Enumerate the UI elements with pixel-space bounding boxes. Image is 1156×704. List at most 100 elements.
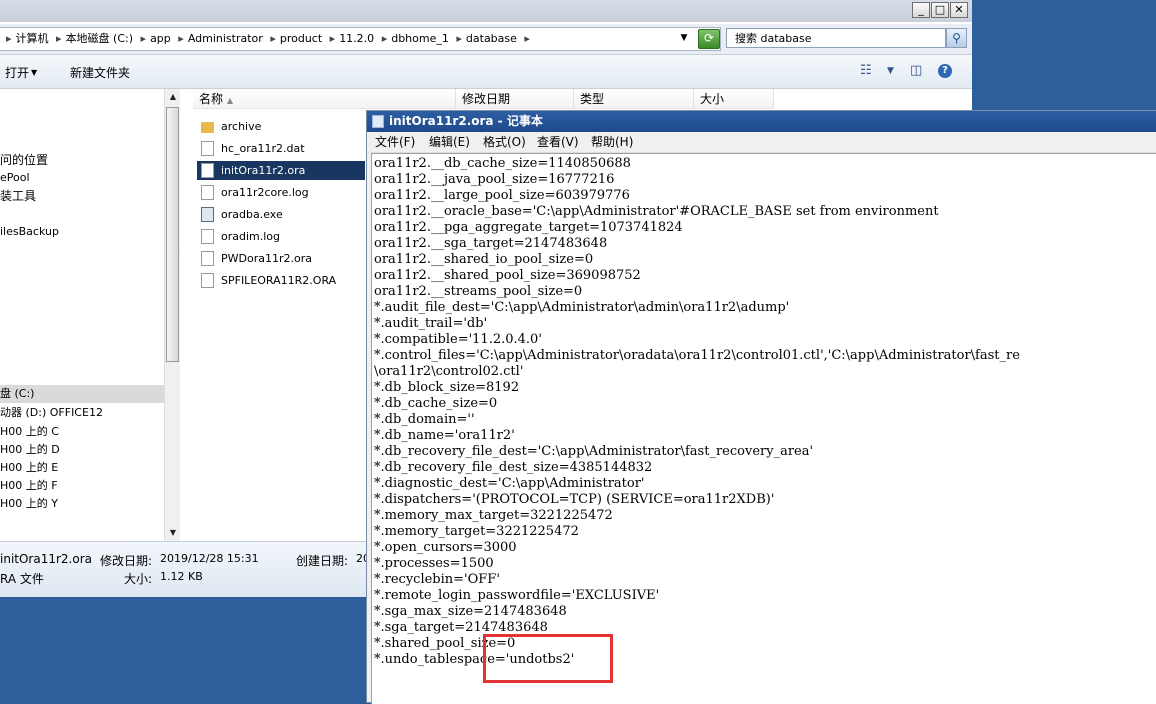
text-line: *.recyclebin='OFF' [374,572,500,587]
new-folder-button[interactable]: 新建文件夹 [70,64,130,81]
text-line: ora11r2.__shared_pool_size=369098752 [374,268,641,283]
text-line: *.audit_trail='db' [374,316,488,331]
nav-item[interactable]: ilesBackup [0,225,59,238]
column-header-type[interactable]: 类型 [574,89,694,109]
scrollbar-thumb[interactable] [166,107,179,362]
file-row[interactable]: ora11r2core.log [197,183,365,202]
explorer-titlebar: _ □ ✕ [0,0,972,22]
text-line: ora11r2.__streams_pool_size=0 [374,284,583,299]
breadcrumb-item[interactable]: product [280,32,322,45]
menu-edit[interactable]: 编辑(E) [429,132,470,152]
file-icon [201,273,214,288]
chevron-down-icon[interactable]: ▼ [676,27,692,49]
details-type: RA 文件 [0,572,44,586]
file-name: oradba.exe [221,208,283,221]
notepad-menubar: 文件(F) 编辑(E) 格式(O) 查看(V) 帮助(H) [367,132,1156,153]
text-line: ora11r2.__shared_io_pool_size=0 [374,252,594,267]
address-row: ▸ 计算机 ▸ 本地磁盘 (C:) ▸ app ▸ Administrator ▸ pro… [0,24,972,55]
text-line: *.sga_max_size=2147483648 [374,604,567,619]
file-name: archive [221,120,262,133]
text-line: *.remote_login_passwordfile='EXCLUSIVE' [374,588,660,603]
text-line: *.shared_pool_size=0 [374,636,516,651]
text-line: *.sga_target=2147483648 [374,620,548,635]
file-name: initOra11r2.ora [221,164,306,177]
file-row[interactable]: hc_ora11r2.dat [197,139,365,158]
notepad-icon [372,115,384,128]
text-line: ora11r2.__db_cache_size=1140850688 [374,156,631,171]
notepad-titlebar: initOra11r2.ora - 记事本 [367,111,1156,132]
nav-item[interactable]: H00 上的 C [0,423,59,439]
column-header-size[interactable]: 大小 [694,89,774,109]
details-filename: initOra11r2.ora [0,552,92,566]
breadcrumb-item[interactable]: 计算机 [16,32,49,45]
notepad-text-area[interactable]: ora11r2.__db_cache_size=1140850688 ora11… [371,153,1156,704]
text-line: *.db_name='ora11r2' [374,428,515,443]
view-options-icon[interactable]: ☷ [860,63,872,78]
text-line: ora11r2.__java_pool_size=16777216 [374,172,615,187]
help-icon[interactable]: ? [938,64,952,78]
nav-item[interactable]: H00 上的 Y [0,495,58,511]
chevron-down-icon[interactable]: ▼ [887,66,894,76]
menu-view[interactable]: 查看(V) [537,132,579,152]
file-row[interactable]: SPFILEORA11R2.ORA [197,271,365,290]
nav-item[interactable]: 动器 (D:) OFFICE12 [0,404,103,420]
file-row-selected[interactable]: initOra11r2.ora [197,161,365,180]
search-icon[interactable]: ⚲ [946,28,967,48]
nav-item[interactable]: 装工具 [0,187,36,204]
file-row[interactable]: PWDora11r2.ora [197,249,365,268]
breadcrumb-item[interactable]: 11.2.0 [339,32,374,45]
sort-ascending-icon: ▲ [226,96,233,105]
details-created-label: 创建日期: [296,554,349,568]
file-name: hc_ora11r2.dat [221,142,305,155]
scroll-down-icon[interactable]: ▼ [165,525,181,541]
breadcrumb-item[interactable]: database [466,32,517,45]
folder-icon [201,122,214,133]
breadcrumb[interactable]: ▸ 计算机 ▸ 本地磁盘 (C:) ▸ app ▸ Administrator ▸ pro… [0,27,721,51]
details-modified-label: 修改日期: [100,554,153,568]
breadcrumb-item[interactable]: dbhome_1 [391,32,449,45]
preview-pane-icon[interactable]: ◫ [910,63,922,78]
column-header-name[interactable]: 名称 ▲ [193,89,456,109]
text-line: *.control_files='C:\app\Administrator\or… [374,348,1020,363]
text-line: *.db_recovery_file_dest='C:\app\Administ… [374,444,814,459]
scroll-up-icon[interactable]: ▲ [165,89,181,105]
nav-scrollbar[interactable]: ▲ ▼ [164,89,181,541]
breadcrumb-item[interactable]: 本地磁盘 (C:) [66,32,133,45]
file-row[interactable]: oradba.exe [197,205,365,224]
nav-item-local-disk-c[interactable]: 盘 (C:) [0,385,164,403]
navigation-pane: 问的位置 ePool 装工具 ilesBackup 盘 (C:) 动器 (D:)… [0,89,164,541]
close-button[interactable]: ✕ [950,2,968,18]
file-name: ora11r2core.log [221,186,309,199]
details-modified: 2019/12/28 15:31 [160,552,259,565]
file-name: oradim.log [221,230,281,243]
breadcrumb-item[interactable]: app [150,32,171,45]
file-row[interactable]: oradim.log [197,227,365,246]
nav-item[interactable]: 问的位置 [0,151,48,168]
menu-help[interactable]: 帮助(H) [591,132,633,152]
file-icon [201,229,214,244]
column-header-modified[interactable]: 修改日期 [456,89,574,109]
minimize-button[interactable]: _ [912,2,930,18]
open-button[interactable]: 打开 [5,64,29,81]
text-line: *.processes=1500 [374,556,494,571]
text-line: ora11r2.__oracle_base='C:\app\Administra… [374,204,939,219]
menu-format[interactable]: 格式(O) [483,132,526,152]
toolbar: 打开 ▼ 新建文件夹 ☷ ▼ ◫ ? [0,55,972,89]
file-row[interactable]: archive [197,117,365,136]
file-icon [201,251,214,266]
file-icon [201,141,214,156]
search-input[interactable]: 搜索 database [726,28,946,48]
nav-item[interactable]: H00 上的 F [0,477,58,493]
maximize-button[interactable]: □ [931,2,949,18]
text-line: *.open_cursors=3000 [374,540,517,555]
nav-item[interactable]: H00 上的 E [0,459,58,475]
chevron-down-icon[interactable]: ▼ [31,68,37,77]
text-line: *.db_block_size=8192 [374,380,520,395]
nav-item[interactable]: H00 上的 D [0,441,60,457]
details-size: 1.12 KB [160,570,203,583]
text-line: ora11r2.__pga_aggregate_target=107374182… [374,220,683,235]
menu-file[interactable]: 文件(F) [375,132,415,152]
breadcrumb-item[interactable]: Administrator [188,32,263,45]
refresh-icon[interactable]: ⟳ [698,29,720,49]
nav-item[interactable]: ePool [0,171,30,184]
